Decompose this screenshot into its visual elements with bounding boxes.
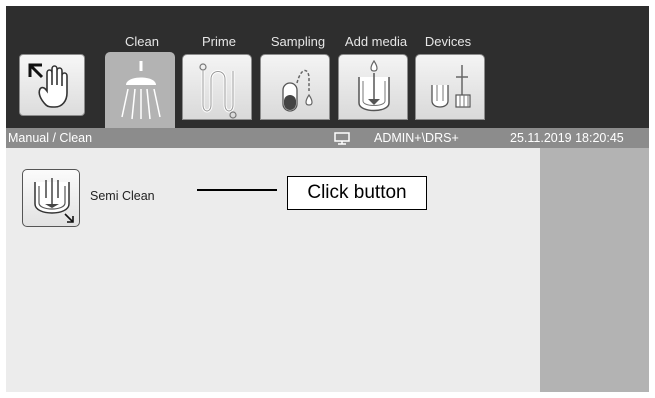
semi-clean-label: Semi Clean bbox=[90, 189, 155, 203]
status-bar: Manual / Clean ADMIN+\DRS+ 25.11.2019 18… bbox=[6, 128, 649, 148]
datetime-label: 25.11.2019 18:20:45 bbox=[510, 131, 624, 145]
tab-sampling[interactable] bbox=[260, 54, 330, 120]
tab-devices-label: Devices bbox=[424, 34, 472, 49]
tubing-icon bbox=[199, 63, 237, 119]
breadcrumb: Manual / Clean bbox=[8, 131, 93, 145]
semi-clean-button[interactable] bbox=[22, 169, 80, 227]
tab-devices[interactable] bbox=[415, 54, 485, 120]
callout-line bbox=[197, 189, 277, 191]
top-toolbar: Clean Prime Sampling Add media Devices bbox=[6, 6, 649, 128]
right-panel bbox=[540, 148, 649, 392]
manual-mode-button[interactable] bbox=[19, 54, 85, 116]
semi-clean-icon bbox=[34, 178, 74, 223]
media-vessel-icon bbox=[358, 59, 390, 112]
tab-clean[interactable] bbox=[105, 52, 175, 128]
tab-add-media[interactable] bbox=[338, 54, 408, 120]
tab-sampling-label: Sampling bbox=[270, 34, 326, 49]
sample-tube-icon bbox=[282, 69, 313, 112]
monitor-icon bbox=[334, 132, 350, 145]
tab-prime-label: Prime bbox=[202, 34, 236, 49]
hand-icon bbox=[28, 63, 68, 108]
user-label: ADMIN+\DRS+ bbox=[374, 131, 459, 145]
shower-icon bbox=[121, 61, 161, 120]
callout-label: Click button bbox=[287, 176, 427, 210]
tab-clean-label: Clean bbox=[125, 34, 159, 49]
main-content: Semi Clean bbox=[6, 148, 540, 392]
tab-prime[interactable] bbox=[182, 54, 252, 120]
devices-icon bbox=[431, 65, 471, 108]
tab-add-media-label: Add media bbox=[344, 34, 408, 49]
